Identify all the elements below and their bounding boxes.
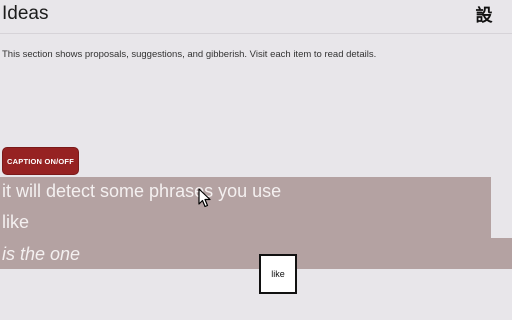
page-title: Ideas [2, 3, 49, 24]
caption-line: like [2, 212, 30, 232]
section-description: This section shows proposals, suggestion… [2, 49, 377, 60]
mouse-pointer-icon [198, 188, 211, 208]
header-divider [0, 33, 512, 34]
caption-line: is the one [2, 244, 81, 264]
caption-toggle-button[interactable]: CAPTION ON/OFF [2, 147, 79, 175]
caption-panel: it will detect some phrases you use like… [0, 177, 512, 269]
word-tooltip: like [259, 254, 297, 294]
caption-line: it will detect some phrases you use [2, 181, 282, 201]
settings-kanji-icon[interactable]: 設 [474, 6, 494, 26]
